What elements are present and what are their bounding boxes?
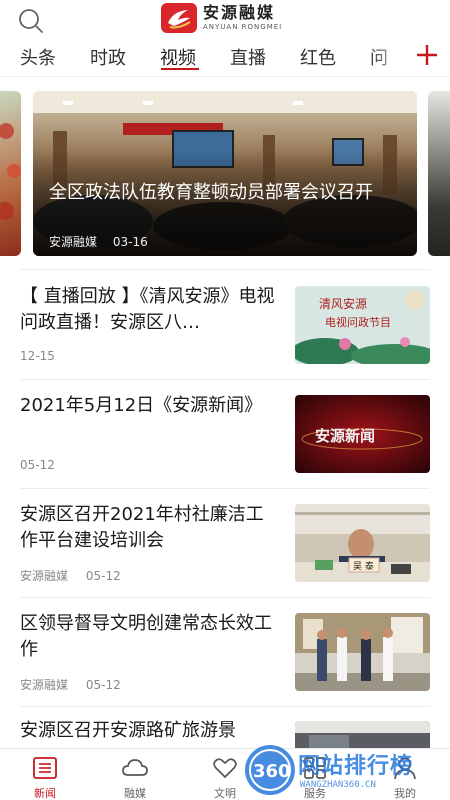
search-icon[interactable] — [16, 6, 46, 36]
list-divider — [20, 488, 430, 489]
tab-live[interactable]: 直播 — [230, 44, 266, 70]
news-thumbnail: 清风安源 电视问政节目 — [295, 286, 430, 364]
watermark-subtext: WANGZHAN360.CN — [300, 780, 376, 790]
news-title: 【 直播回放 】《清风安源》电视问政直播！安源区八… — [20, 286, 275, 333]
news-icon — [31, 754, 59, 782]
news-meta: 05-12 — [20, 458, 69, 472]
nav-news[interactable]: 新闻 — [0, 749, 90, 800]
logo-mark-icon — [161, 3, 197, 33]
top-header: 安源融媒 ANYUAN RONGMEI — [0, 0, 450, 38]
thumb-caption-1: 清风安源 — [319, 296, 367, 311]
featured-slide-image — [33, 91, 417, 256]
thumb-caption-2: 电视问政节目 — [325, 315, 391, 329]
tab-video[interactable]: 视频 — [160, 44, 196, 70]
tab-red[interactable]: 红色 — [300, 44, 336, 70]
news-title: 安源区召开2021年村社廉洁工作平台建设培训会 — [20, 504, 264, 551]
tab-politics[interactable]: 时政 — [90, 44, 126, 70]
nav-news-label: 新闻 — [34, 787, 56, 800]
cloud-icon — [121, 754, 149, 782]
news-title: 区领导督导文明创建常态长效工作 — [20, 613, 272, 660]
news-date: 05-12 — [85, 569, 121, 583]
channel-tabs: 头条 时政 视频 直播 红色 问 — [0, 38, 450, 76]
logo-title: 安源融媒 — [203, 3, 276, 22]
news-thumbnail — [295, 613, 430, 691]
news-thumbnail: 安源新闻 — [295, 395, 430, 473]
news-date: 12-15 — [20, 349, 55, 363]
featured-slide-meta: 安源融媒 03-16 — [49, 233, 160, 250]
news-meta: 安源融媒 05-12 — [20, 676, 135, 693]
list-divider — [20, 269, 430, 270]
tab-headline[interactable]: 头条 — [20, 44, 56, 70]
news-title: 2021年5月12日《安源新闻》 — [20, 395, 263, 416]
featured-date: 03-16 — [112, 235, 148, 249]
news-date: 05-12 — [20, 458, 55, 472]
news-list-item[interactable]: 2021年5月12日《安源新闻》 05-12 安源新闻 — [20, 393, 430, 475]
featured-slide[interactable]: 全区政法队伍教育整顿动员部署会议召开 安源融媒 03-16 — [33, 91, 417, 256]
nav-media-label: 融媒 — [124, 787, 146, 800]
previous-slide-peek[interactable] — [0, 91, 21, 256]
add-channel-icon[interactable] — [414, 42, 440, 68]
news-meta: 安源融媒 05-12 — [20, 567, 135, 584]
featured-slide-title: 全区政法队伍教育整顿动员部署会议召开 — [49, 182, 373, 203]
watermark-text: 网站排行榜 — [298, 754, 414, 779]
news-thumbnail: 吴 泰 — [295, 504, 430, 582]
app-root: 安源融媒 ANYUAN RONGMEI 头条 时政 视频 直播 红色 问 — [0, 0, 450, 800]
watermark-badge-icon: 360 — [245, 745, 295, 795]
heart-icon — [211, 754, 239, 782]
news-list-item[interactable]: 安源区召开2021年村社廉洁工作平台建设培训会 安源融媒 05-12 吴 泰 — [20, 502, 430, 584]
news-meta: 12-15 — [20, 349, 69, 363]
news-source: 安源融媒 — [20, 569, 69, 583]
watermark-badge-text: 360 — [253, 761, 291, 782]
active-tab-indicator — [161, 68, 199, 70]
list-divider — [20, 597, 430, 598]
app-logo: 安源融媒 ANYUAN RONGMEI — [161, 2, 282, 34]
site-watermark: 360 网站排行榜 WANGZHAN360.CN — [238, 740, 450, 800]
next-slide-peek[interactable] — [428, 91, 450, 256]
featured-source: 安源融媒 — [49, 235, 98, 249]
news-date: 05-12 — [85, 678, 121, 692]
news-source: 安源融媒 — [20, 678, 69, 692]
news-list-item[interactable]: 【 直播回放 】《清风安源》电视问政直播！安源区八… 12-15 清风安源 电视… — [20, 284, 430, 366]
news-title: 安源区召开安源路矿旅游景 — [20, 720, 236, 741]
thumb-caption: 安源新闻 — [315, 427, 375, 445]
list-divider — [20, 379, 430, 380]
news-list-item[interactable]: 区领导督导文明创建常态长效工作 安源融媒 05-12 — [20, 611, 430, 693]
tabs-divider — [0, 76, 450, 77]
list-divider — [20, 706, 430, 707]
featured-carousel[interactable]: 全区政法队伍教育整顿动员部署会议召开 安源融媒 03-16 — [0, 91, 450, 256]
thumb-caption: 吴 泰 — [353, 560, 374, 572]
tabs-fade — [370, 38, 410, 76]
nav-media[interactable]: 融媒 — [90, 749, 180, 800]
logo-subtitle: ANYUAN RONGMEI — [203, 23, 283, 31]
